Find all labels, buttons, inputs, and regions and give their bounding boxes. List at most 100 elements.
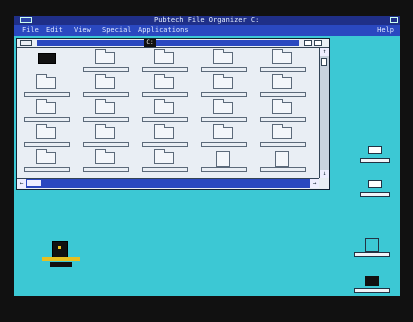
menu-bar: File Edit View Special Applications Help	[14, 25, 400, 36]
file-item[interactable]	[138, 74, 194, 101]
file-label	[201, 67, 247, 72]
folder-icon	[213, 99, 233, 114]
file-item[interactable]	[197, 124, 253, 151]
scroll-left-arrow-icon[interactable]: ←	[17, 179, 26, 188]
window-path: C:	[144, 39, 156, 47]
file-label	[83, 142, 129, 147]
file-label	[83, 167, 129, 172]
file-item[interactable]	[20, 124, 76, 151]
folder-icon	[368, 180, 382, 188]
folder-icon	[95, 74, 115, 89]
folder-icon	[154, 49, 174, 64]
desktop-icon-label	[360, 158, 390, 163]
file-item[interactable]	[256, 49, 312, 76]
file-item[interactable]	[197, 49, 253, 76]
file-item[interactable]	[256, 124, 312, 151]
document-icon	[275, 151, 289, 167]
file-item[interactable]	[256, 99, 312, 126]
file-item[interactable]	[138, 99, 194, 126]
folder-icon	[95, 99, 115, 114]
file-item[interactable]	[138, 124, 194, 151]
file-label	[260, 92, 306, 97]
window-titlebar[interactable]: C:	[17, 39, 329, 48]
file-label	[83, 67, 129, 72]
file-item[interactable]	[138, 49, 194, 76]
file-item[interactable]	[79, 49, 135, 76]
scroll-down-arrow-icon[interactable]: ↓	[320, 170, 329, 178]
file-label	[83, 92, 129, 97]
document-icon	[216, 151, 230, 167]
file-label	[260, 117, 306, 122]
file-item[interactable]	[20, 149, 76, 176]
desktop-icon-2[interactable]	[360, 180, 390, 198]
desktop-icon-label	[354, 252, 390, 257]
file-label	[24, 92, 70, 97]
scroll-up-arrow-icon[interactable]: ↑	[320, 48, 329, 56]
app-titlebar: Pubtech File Organizer C:	[14, 16, 400, 25]
folder-icon	[154, 74, 174, 89]
file-label	[201, 167, 247, 172]
folder-icon	[95, 49, 115, 64]
file-label	[24, 142, 70, 147]
disk-icon	[52, 241, 68, 258]
file-label	[142, 167, 188, 172]
file-label	[201, 92, 247, 97]
file-item[interactable]	[20, 74, 76, 101]
file-label	[142, 142, 188, 147]
menu-applications[interactable]: Applications	[138, 25, 189, 36]
vertical-scrollbar[interactable]: ↑ ↓	[319, 48, 329, 178]
file-item[interactable]	[20, 99, 76, 126]
menu-help[interactable]: Help	[377, 25, 394, 36]
folder-icon	[95, 124, 115, 139]
file-item[interactable]	[79, 124, 135, 151]
file-label	[142, 67, 188, 72]
menu-view[interactable]: View	[74, 25, 91, 36]
program-highlight-bar	[42, 257, 80, 261]
file-label	[142, 92, 188, 97]
desktop-icon-1[interactable]	[360, 146, 390, 164]
file-item[interactable]	[20, 50, 76, 76]
file-label	[260, 67, 306, 72]
folder-icon	[272, 49, 292, 64]
file-item[interactable]	[79, 74, 135, 101]
folder-icon	[36, 149, 56, 164]
folder-icon	[213, 74, 233, 89]
menu-special[interactable]: Special	[102, 25, 132, 36]
file-item[interactable]	[197, 74, 253, 101]
horizontal-scrollbar[interactable]: ← →	[17, 178, 319, 188]
monitor-bezel: Pubtech File Organizer C: File Edit View…	[0, 0, 413, 322]
folder-icon	[368, 146, 382, 154]
file-label	[201, 117, 247, 122]
horizontal-scroll-thumb[interactable]	[27, 180, 41, 186]
desktop-icon-4[interactable]	[354, 276, 390, 294]
file-item[interactable]	[79, 99, 135, 126]
file-label	[83, 117, 129, 122]
file-label	[24, 117, 70, 122]
folder-icon	[272, 124, 292, 139]
desktop-icon-3[interactable]	[354, 238, 390, 258]
minimize-icon[interactable]	[304, 40, 312, 46]
file-item[interactable]	[256, 150, 312, 176]
scroll-right-arrow-icon[interactable]: →	[310, 179, 319, 188]
menu-file[interactable]: File	[22, 25, 39, 36]
menu-edit[interactable]: Edit	[46, 25, 63, 36]
folder-icon	[272, 99, 292, 114]
drive-icon	[38, 53, 56, 64]
folder-icon	[213, 124, 233, 139]
file-item[interactable]	[138, 149, 194, 176]
file-label	[142, 117, 188, 122]
system-menu-icon[interactable]	[20, 17, 32, 23]
file-item[interactable]	[197, 150, 253, 176]
window-system-menu-icon[interactable]	[20, 40, 32, 46]
drive-icon	[365, 238, 379, 252]
file-item[interactable]	[197, 99, 253, 126]
vertical-scroll-thumb[interactable]	[321, 58, 327, 66]
desktop: Pubtech File Organizer C: File Edit View…	[14, 16, 400, 296]
file-item[interactable]	[79, 149, 135, 176]
file-label	[260, 142, 306, 147]
maximize-icon[interactable]	[390, 17, 398, 23]
maximize-window-icon[interactable]	[314, 40, 322, 46]
program-icon[interactable]	[42, 241, 80, 269]
folder-icon	[36, 99, 56, 114]
file-item[interactable]	[256, 74, 312, 101]
